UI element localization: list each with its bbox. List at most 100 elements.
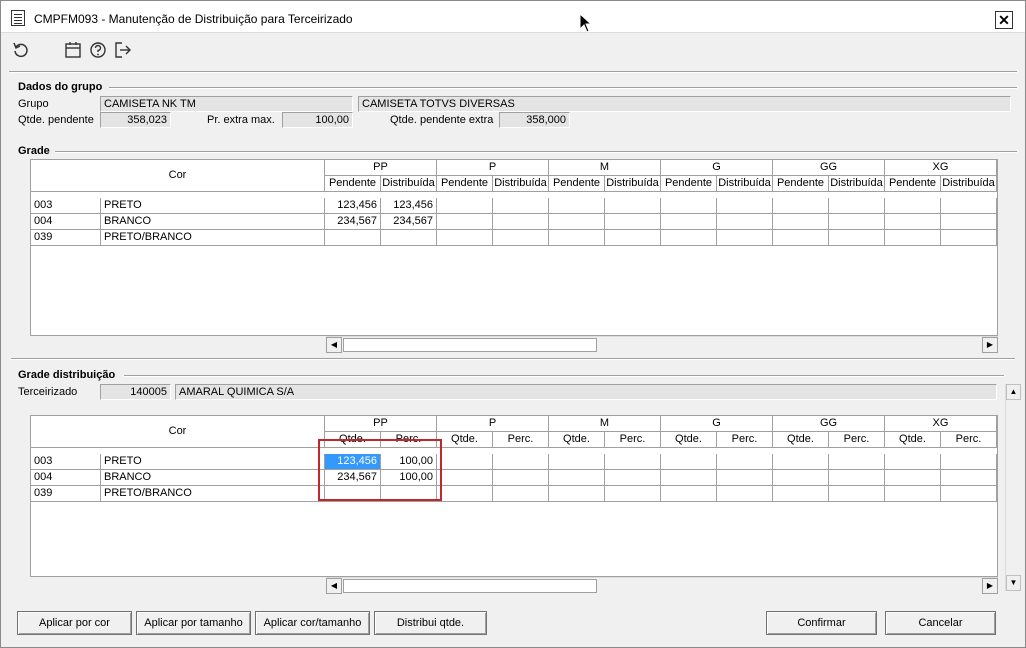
grade-empty-cell[interactable] <box>941 230 997 246</box>
grade-empty-cell[interactable] <box>773 214 829 230</box>
grupo-field[interactable]: CAMISETA NK TM <box>100 96 353 112</box>
grade-empty-cell[interactable] <box>941 198 997 214</box>
row-code-cell[interactable]: 039 <box>31 230 101 246</box>
grade-pp-a-cell[interactable]: 123,456 <box>325 198 381 214</box>
grade-empty-cell[interactable] <box>493 230 549 246</box>
grade-empty-cell[interactable] <box>605 198 661 214</box>
dist-empty-cell[interactable] <box>829 454 885 470</box>
terceirizado-code-field[interactable]: 140005 <box>100 384 171 400</box>
dist-empty-cell[interactable] <box>661 470 717 486</box>
refresh-icon[interactable] <box>11 40 31 60</box>
dist-empty-cell[interactable] <box>941 486 997 502</box>
dist-empty-cell[interactable] <box>829 470 885 486</box>
dist-empty-cell[interactable] <box>437 486 493 502</box>
row-name-cell[interactable]: BRANCO <box>101 470 325 486</box>
row-name-cell[interactable]: PRETO <box>101 198 325 214</box>
row-code-cell[interactable]: 004 <box>31 214 101 230</box>
grade-distribuicao-hscrollbar[interactable]: ◀ ▶ <box>326 577 998 594</box>
grade-empty-cell[interactable] <box>437 230 493 246</box>
grade-empty-cell[interactable] <box>605 214 661 230</box>
grade-empty-cell[interactable] <box>717 198 773 214</box>
scroll-right-icon[interactable]: ▶ <box>982 578 998 594</box>
dist-empty-cell[interactable] <box>773 470 829 486</box>
aplicar-por-cor-button[interactable]: Aplicar por cor <box>17 611 132 635</box>
dist-empty-cell[interactable] <box>493 486 549 502</box>
cancelar-button[interactable]: Cancelar <box>885 611 996 635</box>
dist-empty-cell[interactable] <box>493 470 549 486</box>
grade-empty-cell[interactable] <box>661 214 717 230</box>
dist-empty-cell[interactable] <box>549 454 605 470</box>
row-code-cell[interactable]: 004 <box>31 470 101 486</box>
distribui-qtde-button[interactable]: Distribui qtde. <box>374 611 487 635</box>
grade-empty-cell[interactable] <box>829 214 885 230</box>
grade-pp-b-cell[interactable]: 234,567 <box>381 214 437 230</box>
dist-empty-cell[interactable] <box>549 470 605 486</box>
dist-empty-cell[interactable] <box>493 454 549 470</box>
scroll-left-icon[interactable]: ◀ <box>326 578 342 594</box>
grade-empty-cell[interactable] <box>829 230 885 246</box>
form-vscrollbar[interactable]: ▲ ▼ <box>1005 384 1021 591</box>
grade-empty-cell[interactable] <box>549 230 605 246</box>
dist-empty-cell[interactable] <box>885 454 941 470</box>
row-name-cell[interactable]: PRETO/BRANCO <box>101 486 325 502</box>
dist-empty-cell[interactable] <box>717 454 773 470</box>
confirmar-button[interactable]: Confirmar <box>766 611 877 635</box>
grade-pp-b-cell[interactable]: 123,456 <box>381 198 437 214</box>
dist-empty-cell[interactable] <box>829 486 885 502</box>
dist-empty-cell[interactable] <box>661 454 717 470</box>
dist-empty-cell[interactable] <box>605 486 661 502</box>
dist-empty-cell[interactable] <box>773 454 829 470</box>
grade-empty-cell[interactable] <box>941 214 997 230</box>
row-name-cell[interactable]: BRANCO <box>101 214 325 230</box>
grade-empty-cell[interactable] <box>717 230 773 246</box>
grade-empty-cell[interactable] <box>605 230 661 246</box>
dist-empty-cell[interactable] <box>717 470 773 486</box>
row-name-cell[interactable]: PRETO/BRANCO <box>101 230 325 246</box>
grade-empty-cell[interactable] <box>549 198 605 214</box>
calendar-icon[interactable] <box>63 40 83 60</box>
grade-empty-cell[interactable] <box>885 230 941 246</box>
row-name-cell[interactable]: PRETO <box>101 454 325 470</box>
help-icon[interactable] <box>88 40 108 60</box>
dist-empty-cell[interactable] <box>717 486 773 502</box>
dist-empty-cell[interactable] <box>549 486 605 502</box>
grade-empty-cell[interactable] <box>717 214 773 230</box>
dist-empty-cell[interactable] <box>773 486 829 502</box>
grade-empty-cell[interactable] <box>661 198 717 214</box>
aplicar-por-tamanho-button[interactable]: Aplicar por tamanho <box>136 611 251 635</box>
grade-distribuicao-scroll-thumb[interactable] <box>343 579 597 593</box>
grade-empty-cell[interactable] <box>437 214 493 230</box>
grade-pp-b-cell[interactable] <box>381 230 437 246</box>
scroll-down-icon[interactable]: ▼ <box>1006 575 1021 591</box>
grade-empty-cell[interactable] <box>661 230 717 246</box>
dist-empty-cell[interactable] <box>437 454 493 470</box>
grade-empty-cell[interactable] <box>493 214 549 230</box>
grade-empty-cell[interactable] <box>885 198 941 214</box>
dist-empty-cell[interactable] <box>885 470 941 486</box>
grade-hscrollbar[interactable]: ◀ ▶ <box>326 336 998 353</box>
dist-empty-cell[interactable] <box>941 454 997 470</box>
grade-scroll-thumb[interactable] <box>343 338 597 352</box>
grade-empty-cell[interactable] <box>885 214 941 230</box>
dist-empty-cell[interactable] <box>661 486 717 502</box>
grade-pp-a-cell[interactable] <box>325 230 381 246</box>
scroll-right-icon[interactable]: ▶ <box>982 337 998 353</box>
aplicar-cor-tamanho-button[interactable]: Aplicar cor/tamanho <box>255 611 370 635</box>
grade-empty-cell[interactable] <box>437 198 493 214</box>
row-code-cell[interactable]: 039 <box>31 486 101 502</box>
dist-empty-cell[interactable] <box>437 470 493 486</box>
row-code-cell[interactable]: 003 <box>31 198 101 214</box>
dist-empty-cell[interactable] <box>941 470 997 486</box>
scroll-left-icon[interactable]: ◀ <box>326 337 342 353</box>
grade-empty-cell[interactable] <box>549 214 605 230</box>
dist-empty-cell[interactable] <box>605 454 661 470</box>
grade-empty-cell[interactable] <box>773 230 829 246</box>
close-button[interactable]: ✕ <box>995 11 1013 29</box>
exit-icon[interactable] <box>113 40 133 60</box>
dist-empty-cell[interactable] <box>605 470 661 486</box>
grade-pp-a-cell[interactable]: 234,567 <box>325 214 381 230</box>
scroll-up-icon[interactable]: ▲ <box>1006 384 1021 400</box>
grade-empty-cell[interactable] <box>773 198 829 214</box>
row-code-cell[interactable]: 003 <box>31 454 101 470</box>
dist-empty-cell[interactable] <box>885 486 941 502</box>
